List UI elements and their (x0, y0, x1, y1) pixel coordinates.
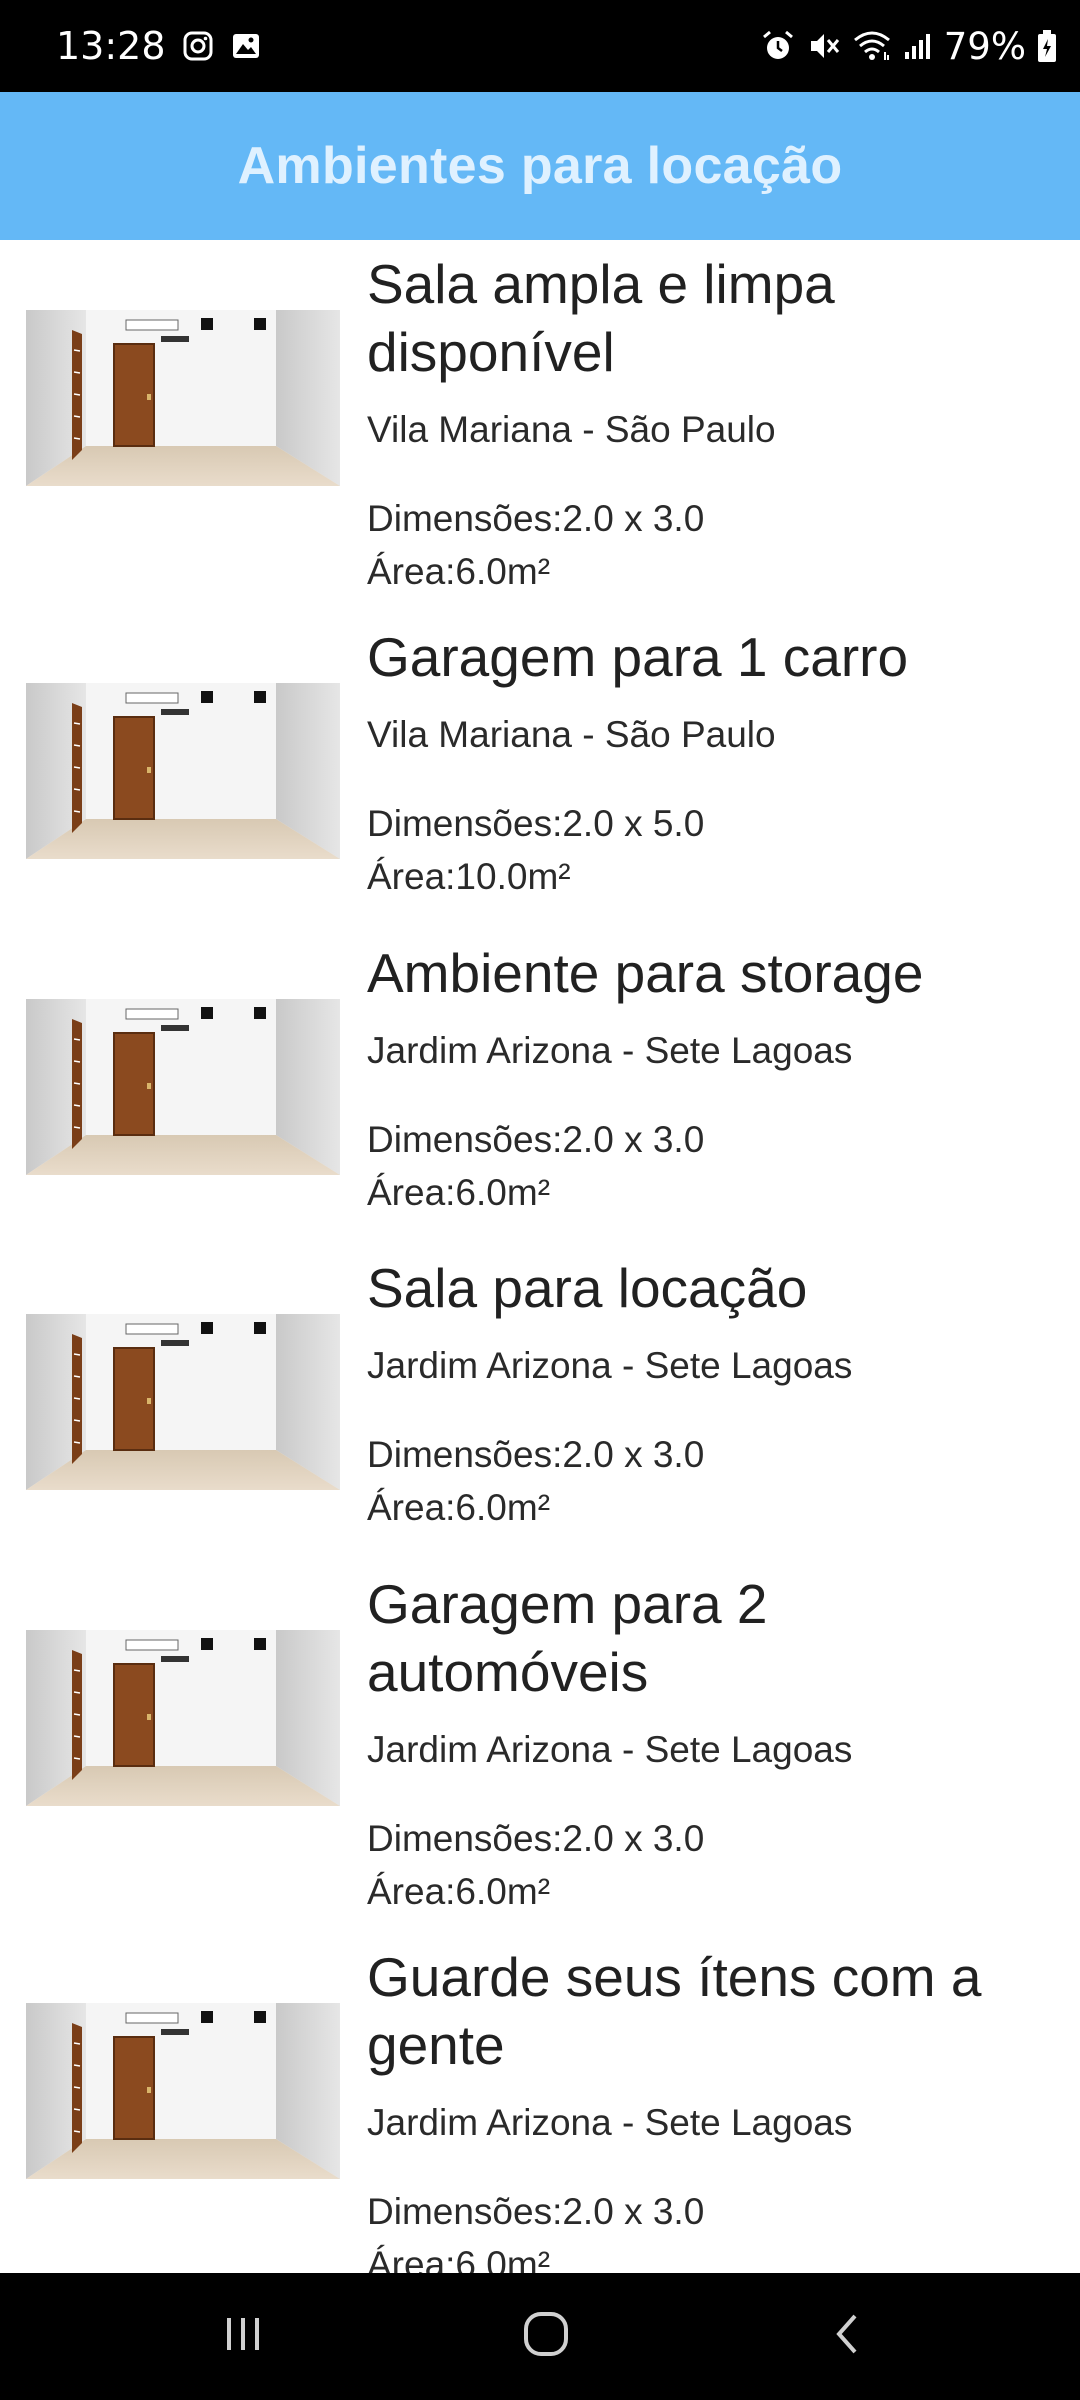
listing-dimensions: Dimensões:2.0 x 3.0 (367, 2191, 705, 2232)
listing-info: Ambiente para storage Jardim Arizona - S… (367, 939, 1057, 1219)
mute-icon (806, 28, 842, 64)
listing-title: Ambiente para storage (367, 942, 924, 1004)
status-time: 13:28 (56, 24, 166, 68)
app-bar: Ambientes para locação (0, 92, 1080, 240)
listing-title: Guarde seus ítens com a gente (367, 1946, 982, 2076)
listing-dimensions: Dimensões:2.0 x 3.0 (367, 498, 705, 539)
room-thumbnail (26, 2003, 340, 2179)
listing-area: Área:6.0m² (367, 2244, 551, 2273)
alarm-icon (760, 28, 796, 64)
battery-percentage: 79% (943, 24, 1026, 68)
recent-apps-button[interactable] (163, 2273, 323, 2400)
listing-location: Jardim Arizona - Sete Lagoas (367, 1345, 853, 1386)
listing-info: Sala ampla e limpa disponível Vila Maria… (367, 250, 1057, 598)
listing-dimensions: Dimensões:2.0 x 3.0 (367, 1818, 705, 1859)
recent-apps-icon (219, 2310, 267, 2363)
room-thumbnail (26, 1630, 340, 1806)
listing-area: Área:10.0m² (367, 856, 571, 897)
listing-dimensions: Dimensões:2.0 x 3.0 (367, 1119, 705, 1160)
listing-area: Área:6.0m² (367, 1871, 551, 1912)
navigation-bar (0, 2273, 1080, 2400)
room-thumbnail (26, 683, 340, 859)
battery-icon (1036, 28, 1058, 64)
room-thumbnail (26, 999, 340, 1175)
listing-info: Sala para locação Jardim Arizona - Sete … (367, 1254, 1057, 1534)
status-right: 79% (760, 0, 1058, 92)
listing-dimensions: Dimensões:2.0 x 3.0 (367, 1434, 705, 1475)
status-bar: 13:28 79% (0, 0, 1080, 92)
listing-location: Vila Mariana - São Paulo (367, 409, 776, 450)
listing-dimensions: Dimensões:2.0 x 5.0 (367, 803, 705, 844)
listing-area: Área:6.0m² (367, 1172, 551, 1213)
listings-list[interactable]: Sala ampla e limpa disponível Vila Maria… (0, 240, 1080, 2273)
room-thumbnail (26, 1314, 340, 1490)
signal-icon (902, 30, 934, 62)
gallery-icon (230, 30, 262, 62)
listing-title: Sala ampla e limpa disponível (367, 253, 835, 383)
wifi-icon (852, 28, 892, 64)
listing-location: Jardim Arizona - Sete Lagoas (367, 2102, 853, 2143)
listing-area: Área:6.0m² (367, 1487, 551, 1528)
listing-title: Garagem para 2 automóveis (367, 1573, 768, 1703)
listing-area: Área:6.0m² (367, 551, 551, 592)
back-icon (825, 2310, 873, 2363)
listing-location: Jardim Arizona - Sete Lagoas (367, 1729, 853, 1770)
listing-info: Garagem para 1 carro Vila Mariana - São … (367, 623, 1057, 903)
listing-title: Sala para locação (367, 1257, 808, 1319)
page-title: Ambientes para locação (237, 137, 843, 195)
listing-location: Jardim Arizona - Sete Lagoas (367, 1030, 853, 1071)
room-thumbnail (26, 310, 340, 486)
home-button[interactable] (466, 2273, 626, 2400)
listing-title: Garagem para 1 carro (367, 626, 909, 688)
instagram-icon (182, 30, 214, 62)
status-left: 13:28 (56, 0, 262, 92)
listing-info: Garagem para 2 automóveis Jardim Arizona… (367, 1570, 1057, 1918)
back-button[interactable] (769, 2273, 929, 2400)
listing-location: Vila Mariana - São Paulo (367, 714, 776, 755)
listing-info: Guarde seus ítens com a gente Jardim Ari… (367, 1943, 1057, 2273)
home-icon (518, 2306, 574, 2367)
